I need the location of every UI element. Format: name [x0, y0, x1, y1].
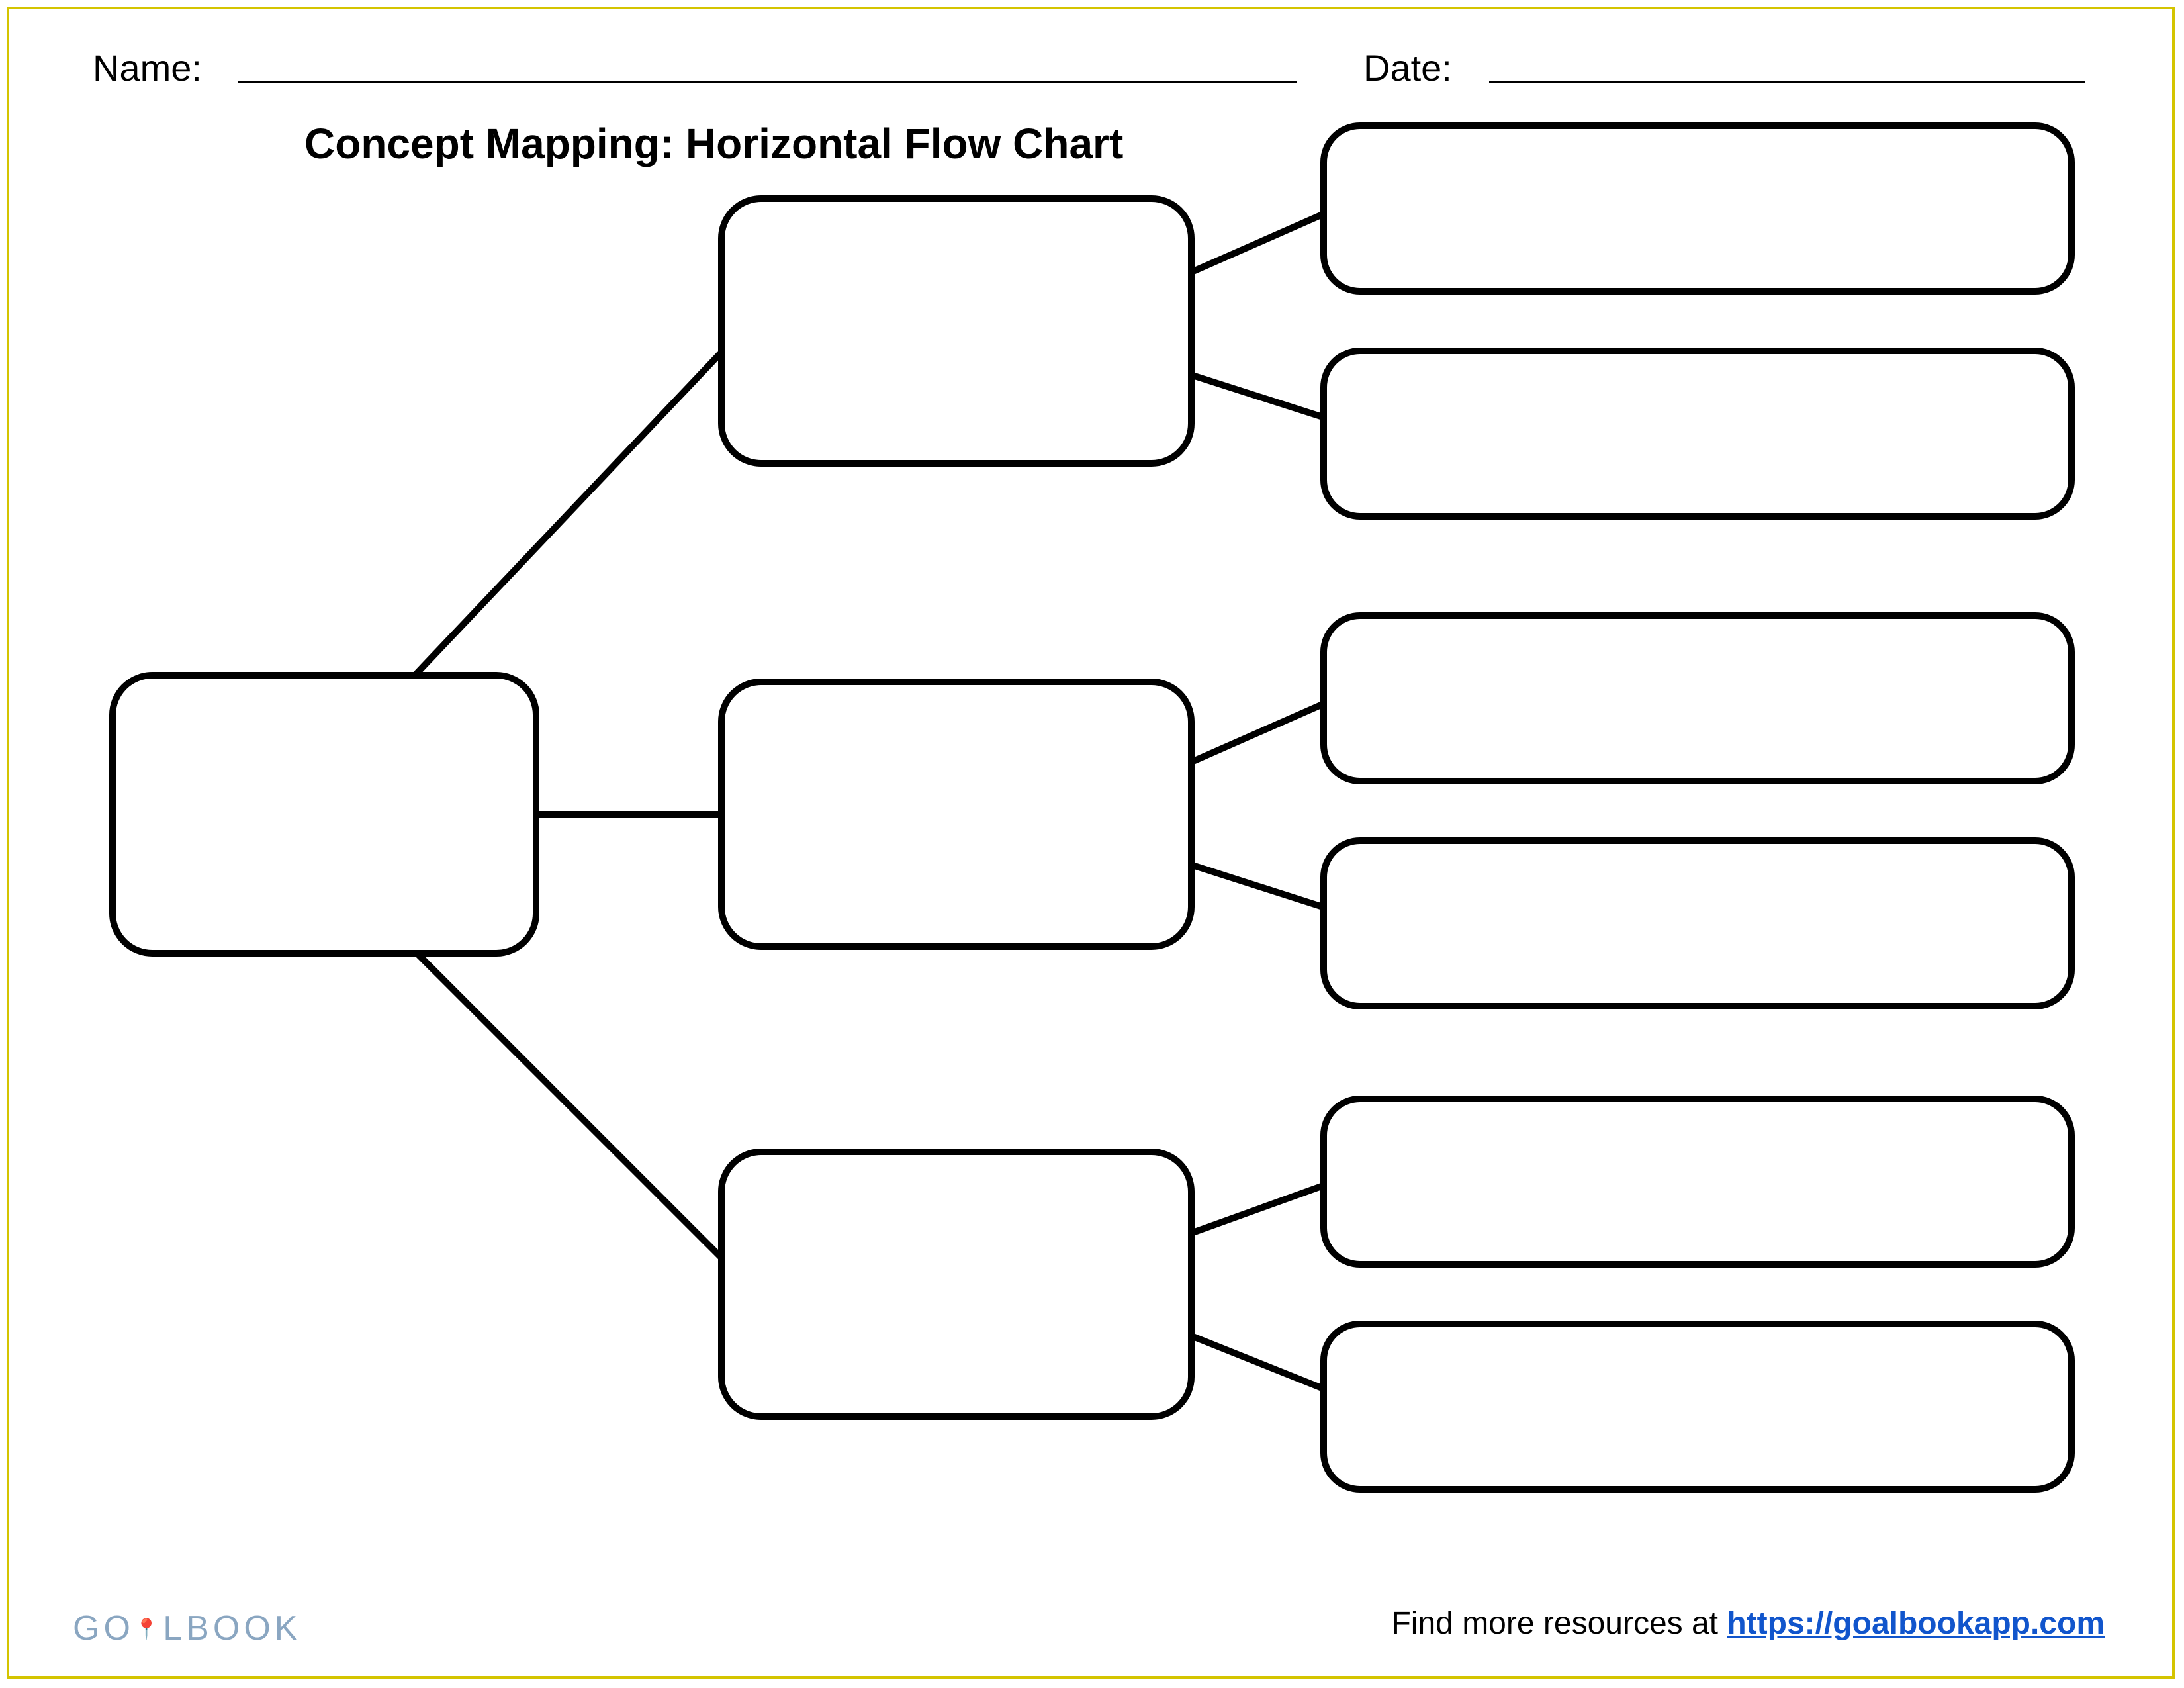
footer-resources-label: Find more resources at [1391, 1606, 1727, 1641]
connector-root-mid1 [377, 324, 748, 715]
footer-resources-link[interactable]: https://goalbookapp.com [1727, 1606, 2105, 1641]
leaf-node-2[interactable] [1324, 351, 2071, 516]
mid-node-2[interactable] [721, 682, 1191, 947]
leaf-node-5[interactable] [1324, 1099, 2071, 1264]
goalbook-logo: GO📍LBOOK [73, 1609, 301, 1648]
leaf-node-1[interactable] [1324, 126, 2071, 291]
logo-part-1: GO [73, 1609, 134, 1648]
mid-node-3[interactable] [721, 1152, 1191, 1417]
pin-icon: 📍 [134, 1618, 163, 1640]
connector-mid1-leaf1 [1178, 205, 1343, 278]
leaf-node-6[interactable] [1324, 1324, 2071, 1489]
connector-mid3-leaf5 [1178, 1178, 1343, 1238]
flow-chart-diagram [0, 0, 2184, 1688]
connector-mid1-leaf2 [1178, 371, 1343, 424]
root-node[interactable] [113, 675, 536, 953]
connector-mid2-leaf4 [1178, 861, 1343, 914]
leaf-node-4[interactable] [1324, 841, 2071, 1006]
logo-part-2: LBOOK [163, 1609, 301, 1648]
connector-mid3-leaf6 [1178, 1331, 1343, 1397]
connector-mid2-leaf3 [1178, 695, 1343, 768]
mid-node-1[interactable] [721, 199, 1191, 463]
footer-resources: Find more resources at https://goalbooka… [1391, 1605, 2105, 1642]
leaf-node-3[interactable] [1324, 616, 2071, 781]
connector-root-mid3 [377, 914, 748, 1284]
